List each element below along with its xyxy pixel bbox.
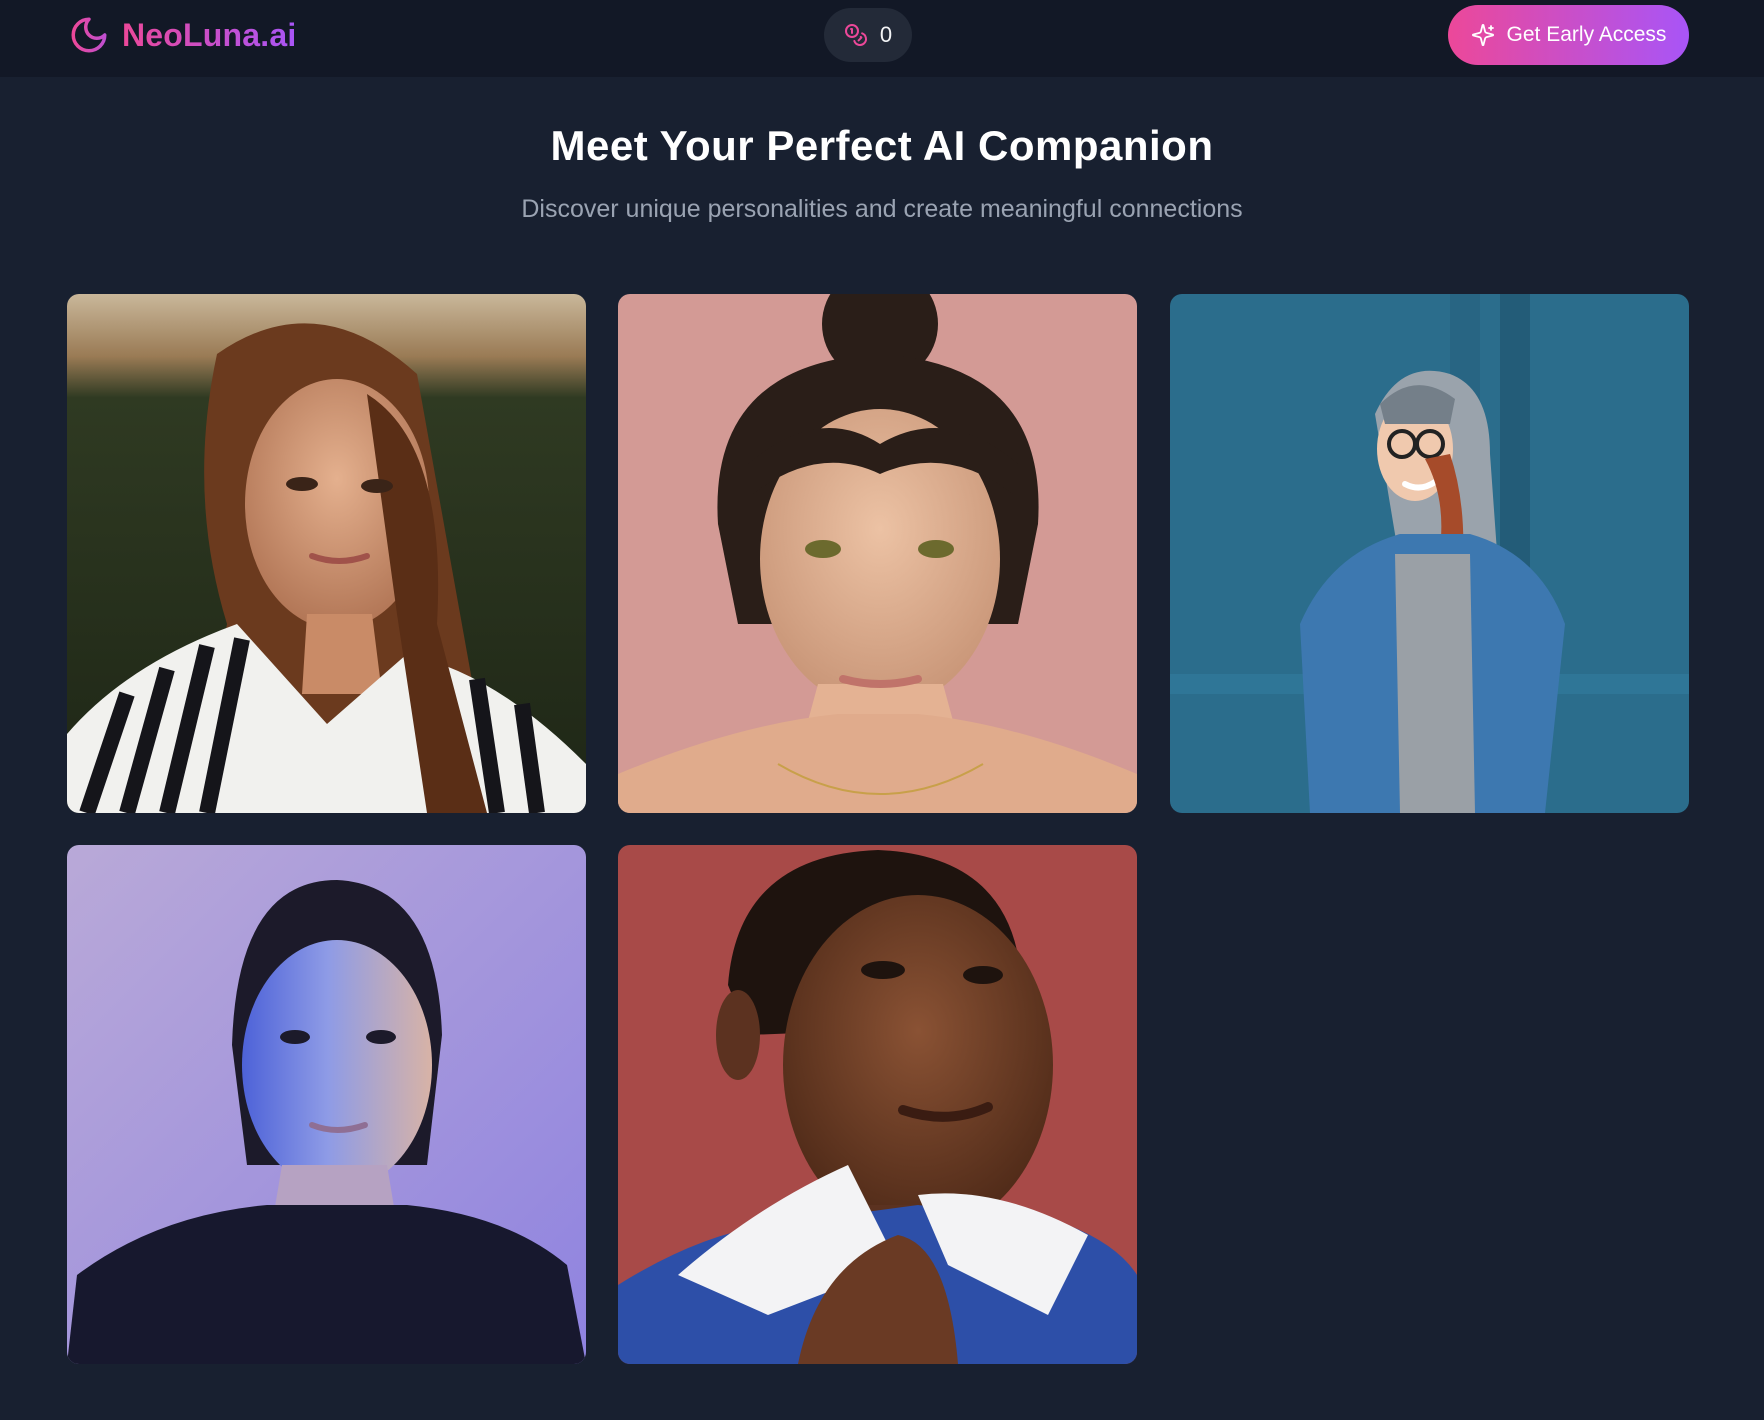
brand-link[interactable]: NeoLuna.ai [68, 14, 296, 56]
get-early-access-button[interactable]: Get Early Access [1448, 5, 1689, 65]
companion-photo [618, 845, 1137, 1364]
companion-card[interactable] [67, 845, 586, 1364]
companion-card[interactable] [1170, 294, 1689, 813]
companion-photo [1170, 294, 1689, 813]
credits-count: 0 [879, 22, 893, 47]
top-navbar: NeoLuna.ai 0 Get Early Access [0, 0, 1764, 77]
page-subtitle: Discover unique personalities and create… [521, 195, 1243, 223]
companion-card[interactable] [618, 845, 1137, 1364]
coins-icon [844, 24, 867, 46]
companion-card[interactable] [618, 294, 1137, 813]
companion-photo [67, 845, 586, 1364]
companion-photo [67, 294, 586, 813]
companion-card[interactable] [67, 294, 586, 813]
sparkles-icon [1471, 24, 1494, 46]
brand-name: NeoLuna.ai [122, 16, 297, 53]
page-title: Meet Your Perfect AI Companion [550, 122, 1214, 169]
moon-icon [71, 17, 107, 53]
get-early-access-label: Get Early Access [1506, 23, 1667, 46]
companion-photo [618, 294, 1137, 813]
credits-counter[interactable]: 0 [824, 8, 912, 62]
